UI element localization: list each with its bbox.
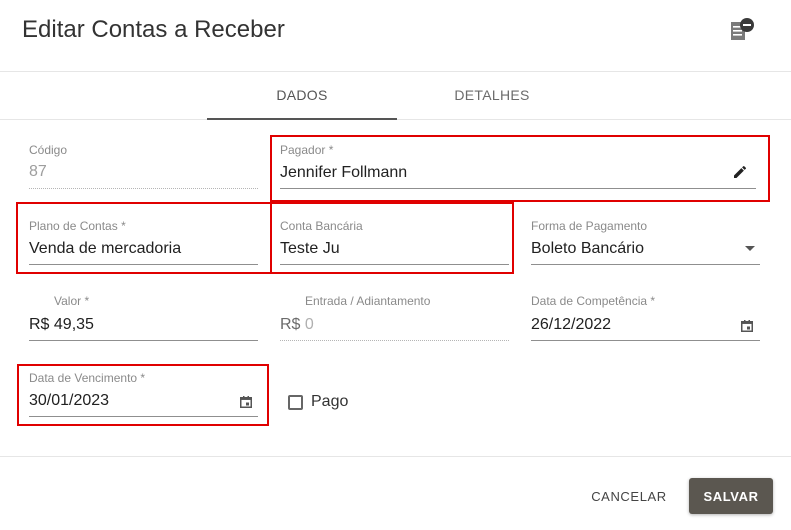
conta-bancaria-field[interactable]: Conta Bancária Teste Ju bbox=[280, 219, 509, 266]
data-vencimento-underline bbox=[29, 416, 258, 417]
dialog-title: Editar Contas a Receber bbox=[22, 16, 285, 43]
plano-contas-value[interactable]: Venda de mercadoria bbox=[29, 240, 181, 258]
entrada-currency: R$ bbox=[280, 316, 301, 333]
data-competencia-label: Data de Competência * bbox=[531, 294, 656, 308]
entrada-underline bbox=[280, 340, 509, 341]
chevron-down-icon[interactable] bbox=[745, 246, 755, 251]
forma-pagamento-select[interactable]: Forma de Pagamento Boleto Bancário bbox=[531, 219, 760, 266]
tab-bar: DADOS DETALHES bbox=[0, 72, 791, 120]
pagador-field[interactable]: Pagador * Jennifer Follmann bbox=[280, 143, 756, 190]
pagador-label: Pagador * bbox=[280, 143, 334, 157]
valor-currency: R$ bbox=[29, 316, 50, 333]
save-button[interactable]: SALVAR bbox=[689, 478, 773, 514]
pagador-underline bbox=[280, 188, 756, 189]
conta-bancaria-underline bbox=[280, 264, 509, 265]
pagador-value[interactable]: Jennifer Follmann bbox=[280, 164, 407, 182]
entrada-label: Entrada / Adiantamento bbox=[305, 294, 431, 308]
plano-contas-underline bbox=[29, 264, 258, 265]
plano-contas-field[interactable]: Plano de Contas * Venda de mercadoria bbox=[29, 219, 258, 266]
plano-contas-label: Plano de Contas * bbox=[29, 219, 126, 233]
calendar-icon[interactable] bbox=[240, 396, 252, 408]
data-vencimento-value[interactable]: 30/01/2023 bbox=[29, 392, 109, 410]
edit-pencil-icon[interactable] bbox=[732, 164, 748, 180]
calendar-icon[interactable] bbox=[741, 320, 753, 332]
data-vencimento-label: Data de Vencimento * bbox=[29, 371, 146, 385]
data-competencia-underline bbox=[531, 340, 760, 341]
codigo-underline bbox=[29, 188, 258, 189]
conta-bancaria-value[interactable]: Teste Ju bbox=[280, 240, 340, 258]
receipt-remove-icon[interactable] bbox=[728, 16, 756, 44]
data-competencia-field[interactable]: Data de Competência * 26/12/2022 bbox=[531, 294, 760, 341]
forma-pagamento-underline bbox=[531, 264, 760, 265]
codigo-value: 87 bbox=[29, 163, 47, 180]
footer-divider bbox=[0, 456, 791, 457]
forma-pagamento-value[interactable]: Boleto Bancário bbox=[531, 240, 644, 258]
codigo-label: Código bbox=[29, 143, 68, 157]
tab-detalhes[interactable]: DETALHES bbox=[397, 72, 587, 120]
dialog-header: Editar Contas a Receber bbox=[0, 0, 791, 72]
valor-field[interactable]: Valor * R$ 49,35 bbox=[29, 294, 258, 341]
entrada-field: Entrada / Adiantamento R$ 0 bbox=[280, 294, 509, 341]
tab-dados[interactable]: DADOS bbox=[207, 72, 397, 120]
codigo-field: Código 87 bbox=[29, 143, 258, 190]
conta-bancaria-label: Conta Bancária bbox=[280, 219, 363, 233]
valor-underline bbox=[29, 340, 258, 341]
pago-label[interactable]: Pago bbox=[311, 393, 348, 411]
valor-amount: 49,35 bbox=[53, 316, 94, 333]
cancel-button[interactable]: CANCELAR bbox=[580, 478, 678, 514]
valor-value[interactable]: R$ 49,35 bbox=[29, 316, 94, 334]
data-vencimento-field[interactable]: Data de Vencimento * 30/01/2023 bbox=[29, 371, 258, 418]
entrada-value: R$ 0 bbox=[280, 316, 314, 334]
data-competencia-value[interactable]: 26/12/2022 bbox=[531, 316, 611, 334]
pago-checkbox[interactable] bbox=[288, 395, 303, 410]
valor-label: Valor * bbox=[54, 294, 90, 308]
entrada-amount: 0 bbox=[304, 316, 314, 333]
forma-pagamento-label: Forma de Pagamento bbox=[531, 219, 648, 233]
